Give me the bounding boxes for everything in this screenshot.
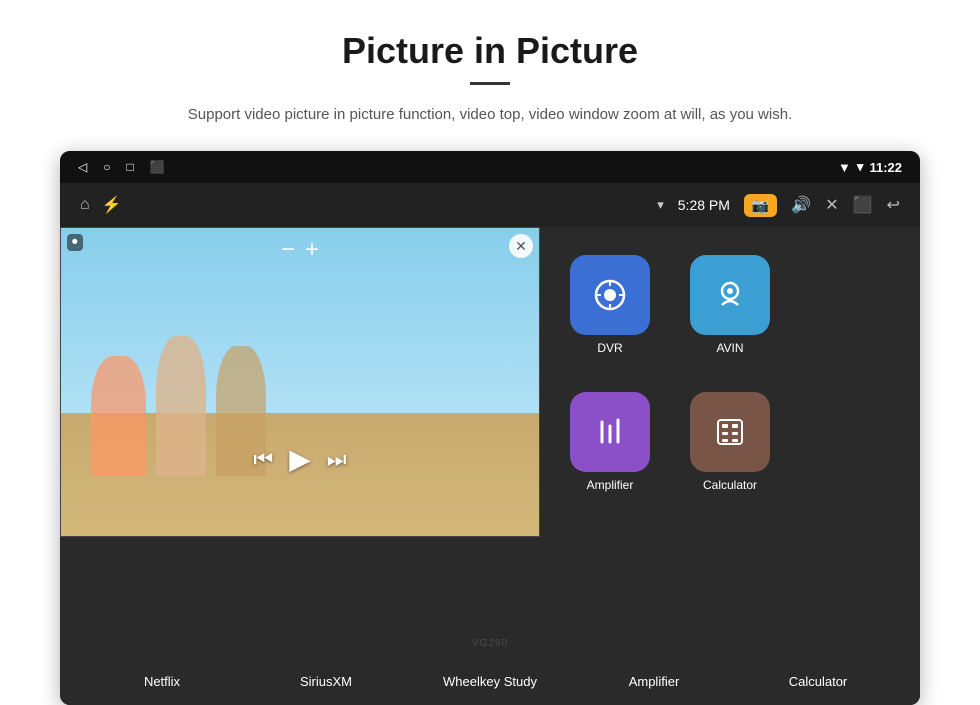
status-bar-left: ◁ ○ □ ⬛ bbox=[78, 160, 165, 174]
person-2 bbox=[156, 336, 206, 476]
app-amplifier[interactable]: Amplifier bbox=[565, 387, 655, 497]
app-dvr[interactable]: DVR bbox=[565, 250, 655, 360]
nav-bar-left: ⌂ ⚡ bbox=[80, 195, 122, 215]
pip-prev-button[interactable]: ⏮ bbox=[253, 446, 273, 472]
dvr-label: DVR bbox=[597, 341, 622, 355]
calculator-label: Calculator bbox=[703, 478, 757, 492]
bottom-label-calculator: Calculator bbox=[736, 674, 900, 689]
volume-icon[interactable]: 🔊 bbox=[791, 195, 811, 215]
home-nav-icon[interactable]: ○ bbox=[103, 160, 110, 174]
pip-video-inner: ⏺ − + ✕ ⏮ ▶ ⏭ bbox=[61, 228, 539, 536]
people-area bbox=[91, 336, 266, 476]
bottom-label-netflix: Netflix bbox=[80, 674, 244, 689]
home-icon[interactable]: ⌂ bbox=[80, 196, 90, 214]
bottom-label-wheelkey: Wheelkey Study bbox=[408, 674, 572, 689]
screenshot-nav-icon[interactable]: ⬛ bbox=[150, 160, 165, 174]
page-title: Picture in Picture bbox=[40, 30, 940, 72]
bottom-label-amplifier: Amplifier bbox=[572, 674, 736, 689]
app-calculator[interactable]: Calculator bbox=[685, 387, 775, 497]
recents-nav-icon[interactable]: □ bbox=[126, 160, 133, 174]
amplifier-icon bbox=[570, 392, 650, 472]
back-icon[interactable]: ↩ bbox=[887, 195, 900, 215]
pip-resize-handles[interactable]: − + bbox=[281, 236, 319, 264]
usb-icon[interactable]: ⚡ bbox=[102, 195, 122, 215]
avin-label: AVIN bbox=[716, 341, 743, 355]
dvr-icon bbox=[570, 255, 650, 335]
status-bar: ◁ ○ □ ⬛ ▼ ▾ 11:22 bbox=[60, 151, 920, 183]
pip-next-button[interactable]: ⏭ bbox=[327, 446, 347, 472]
camera-button[interactable]: 📷 bbox=[744, 194, 777, 217]
pip-close-button[interactable]: ✕ bbox=[509, 234, 533, 258]
pip-controls-center: ⏮ ▶ ⏭ bbox=[253, 443, 346, 476]
app-empty-1 bbox=[845, 300, 855, 310]
nav-bar-right: ▾ 5:28 PM 📷 🔊 ✕ ⬛ ↩ bbox=[657, 194, 900, 217]
title-divider bbox=[470, 82, 510, 85]
watermark: VG290 bbox=[472, 638, 508, 649]
person-1 bbox=[91, 356, 146, 476]
signal-icon: ▾ bbox=[857, 159, 864, 175]
bottom-label-bar: Netflix SiriusXM Wheelkey Study Amplifie… bbox=[60, 657, 920, 705]
pip-plus-button[interactable]: + bbox=[305, 236, 319, 264]
back-nav-icon[interactable]: ◁ bbox=[78, 160, 87, 174]
pip-icon[interactable]: ⬛ bbox=[853, 195, 873, 215]
nav-time: 5:28 PM bbox=[678, 197, 730, 213]
amplifier-label: Amplifier bbox=[587, 478, 634, 492]
app-grid: DVR AVIN bbox=[540, 227, 920, 657]
status-time: 11:22 bbox=[869, 160, 902, 175]
app-avin[interactable]: AVIN bbox=[685, 250, 775, 360]
wifi-status-icon: ▾ bbox=[657, 197, 664, 213]
pip-play-button[interactable]: ▶ bbox=[289, 443, 311, 476]
pip-record-indicator: ⏺ bbox=[67, 234, 83, 251]
pip-video[interactable]: ⏺ − + ✕ ⏮ ▶ ⏭ bbox=[60, 227, 540, 537]
app-empty-2 bbox=[845, 437, 855, 447]
pip-minus-button[interactable]: − bbox=[281, 236, 295, 264]
nav-bar: ⌂ ⚡ ▾ 5:28 PM 📷 🔊 ✕ ⬛ ↩ bbox=[60, 183, 920, 227]
page-subtitle: Support video picture in picture functio… bbox=[40, 103, 940, 127]
calculator-icon bbox=[690, 392, 770, 472]
bottom-label-siriusxm: SiriusXM bbox=[244, 674, 408, 689]
location-icon: ▼ bbox=[838, 160, 851, 175]
avin-icon bbox=[690, 255, 770, 335]
status-bar-right: ▼ ▾ 11:22 bbox=[838, 159, 902, 175]
close-icon[interactable]: ✕ bbox=[825, 195, 838, 215]
device-frame: ◁ ○ □ ⬛ ▼ ▾ 11:22 ⌂ ⚡ ▾ 5:28 PM 📷 🔊 bbox=[60, 151, 920, 705]
screen-content: ⏺ − + ✕ ⏮ ▶ ⏭ bbox=[60, 227, 920, 657]
